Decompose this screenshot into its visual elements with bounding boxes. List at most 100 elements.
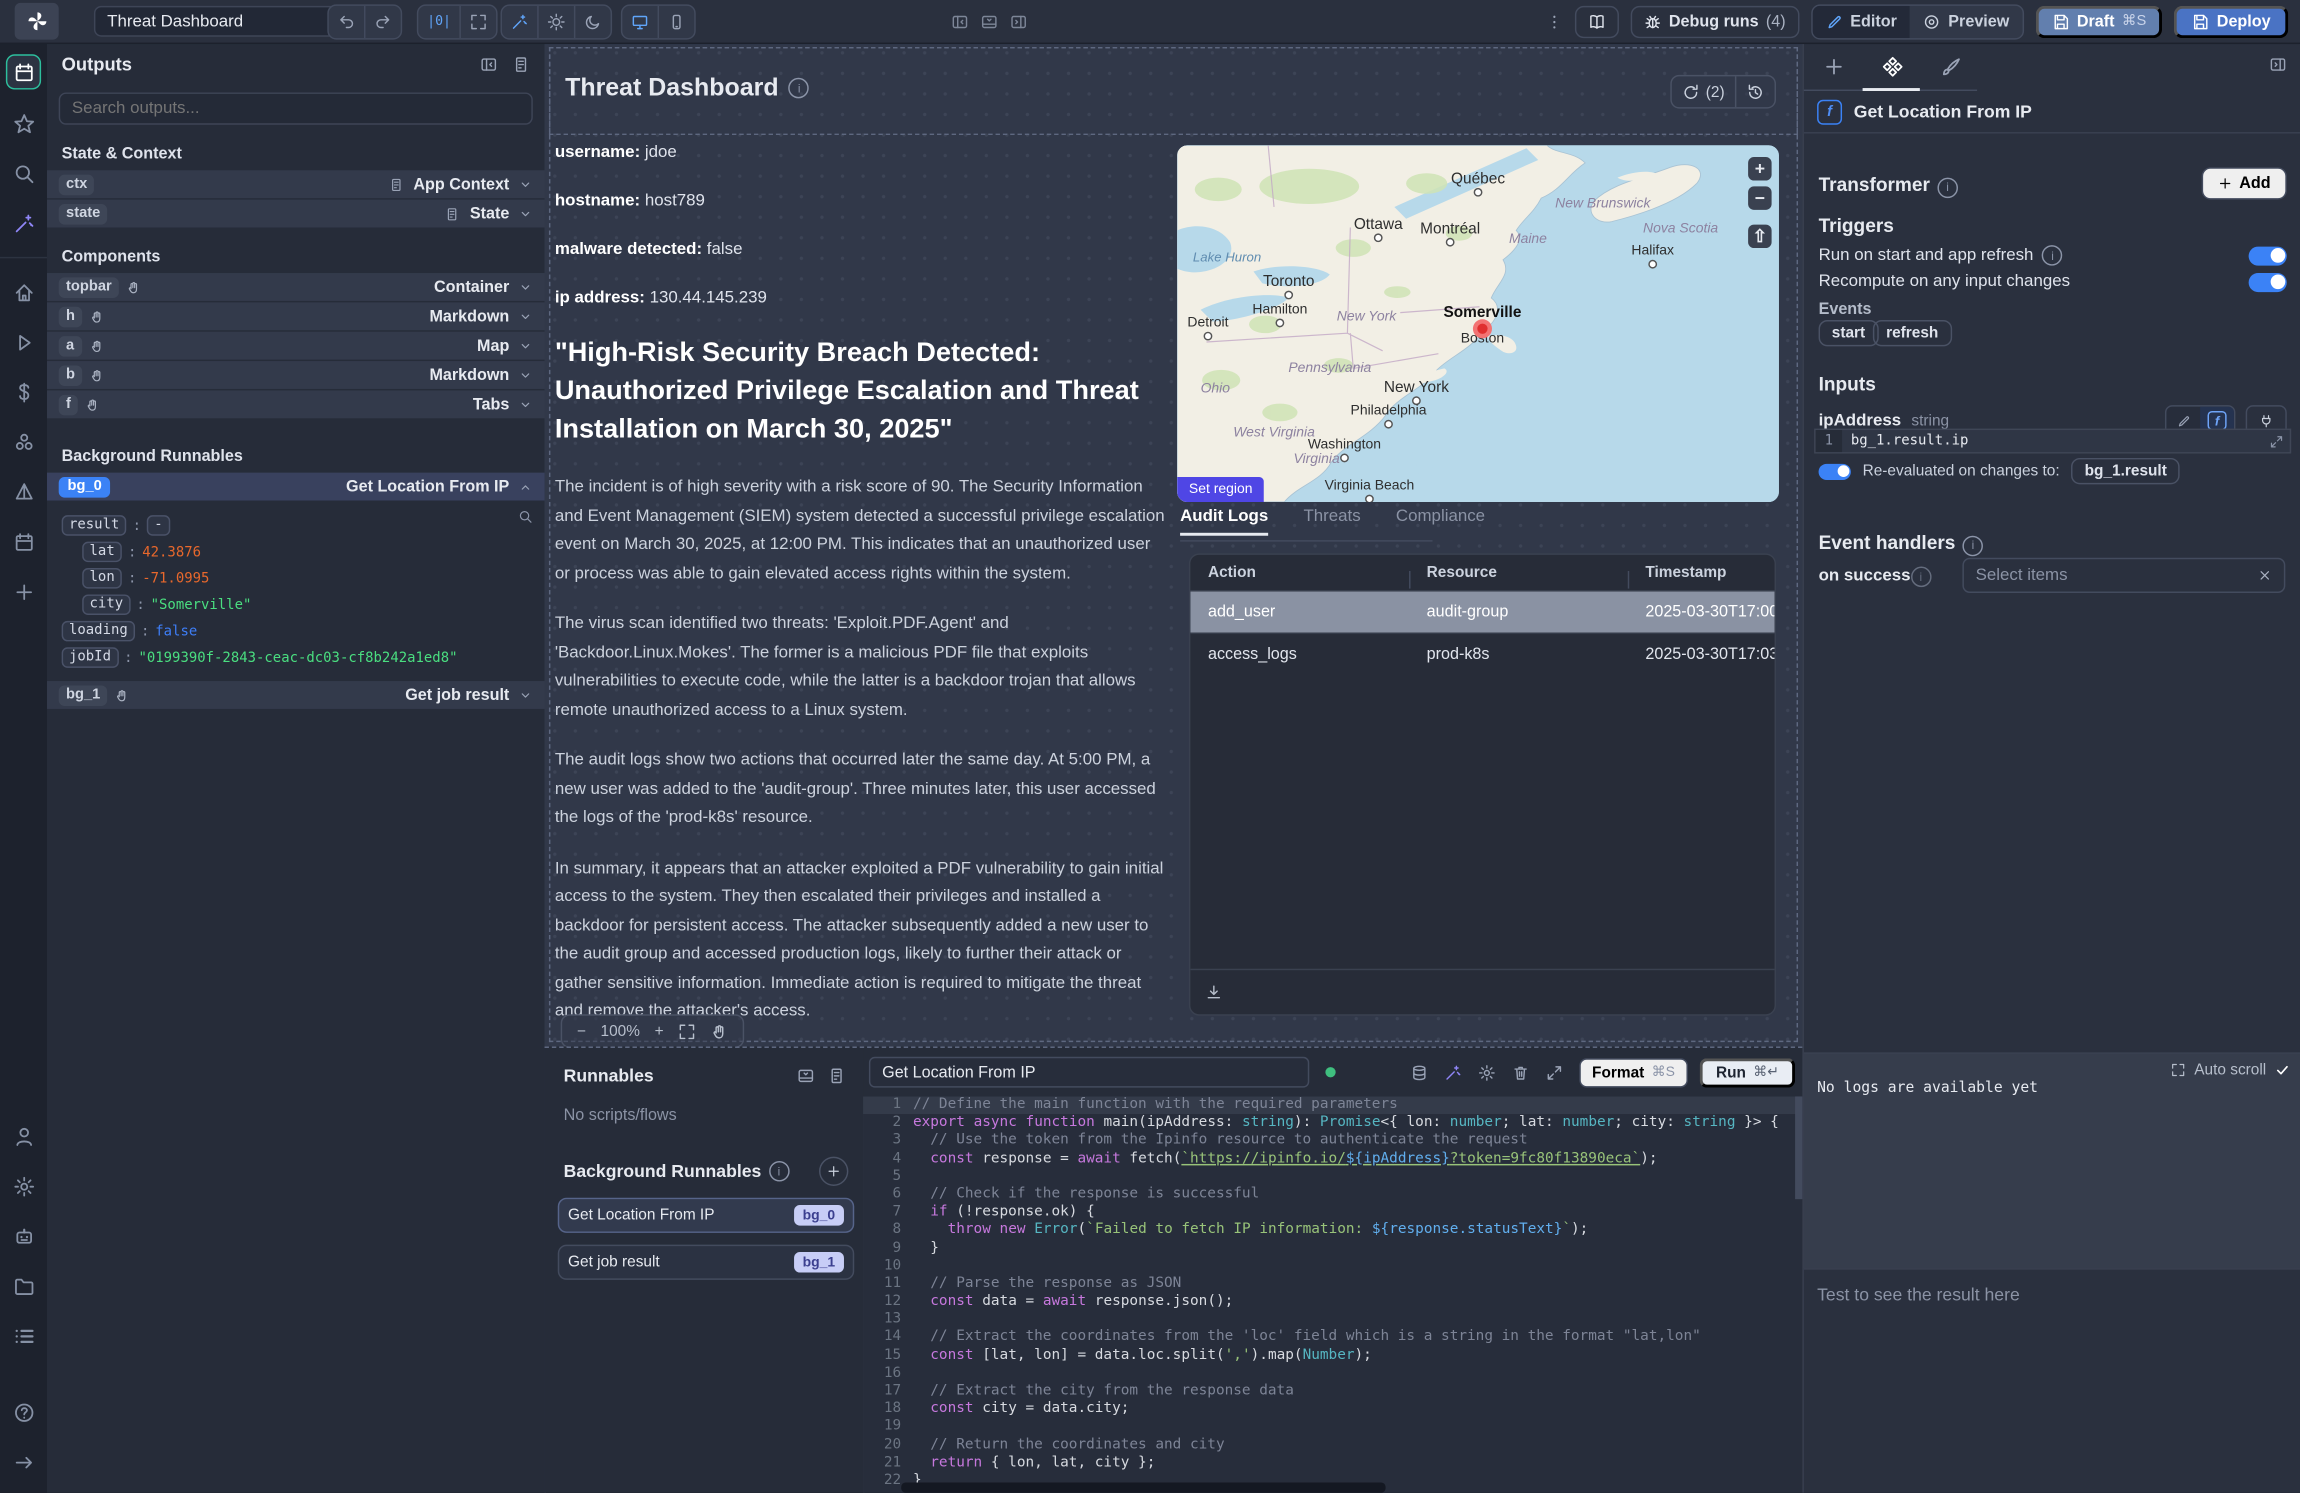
light-theme-button[interactable] <box>537 6 574 38</box>
runnables-doc-icon[interactable] <box>828 1067 846 1085</box>
app-title-input[interactable] <box>94 6 346 37</box>
event-refresh-chip[interactable]: refresh <box>1873 320 1952 346</box>
app-canvas[interactable]: Threat Dashboardi (2) username: jdoehost… <box>545 43 1803 1047</box>
chevron-down-icon[interactable] <box>518 280 533 295</box>
chevron-down-icon[interactable] <box>518 309 533 324</box>
insert-component-tab[interactable] <box>1804 43 1863 91</box>
download-icon[interactable] <box>1205 983 1223 1001</box>
triggers-icon[interactable] <box>7 476 39 508</box>
run-button[interactable]: Run⌘↵ <box>1700 1058 1795 1087</box>
clear-select-icon[interactable] <box>2257 568 2272 583</box>
bg1-output-row[interactable]: bg_1 Get job result <box>47 681 545 709</box>
redo-button[interactable] <box>364 6 401 38</box>
refresh-all-button[interactable]: (2) <box>1672 76 1735 107</box>
editor-tab[interactable]: Editor <box>1812 5 1910 37</box>
mobile-view-button[interactable] <box>658 6 695 38</box>
fit-view-icon[interactable] <box>678 1022 696 1040</box>
map-zoom-out-button[interactable]: − <box>1748 186 1771 209</box>
table-row[interactable]: access_logsprod-k8s2025-03-30T17:03:00Z <box>1190 633 1774 676</box>
favorites-star-icon[interactable] <box>7 107 39 139</box>
autoscroll-check-icon[interactable] <box>2275 1063 2290 1078</box>
settings-gear-icon[interactable] <box>7 1170 39 1202</box>
schedules-icon[interactable] <box>7 525 39 557</box>
chevron-down-icon[interactable] <box>518 368 533 383</box>
home-icon[interactable] <box>7 276 39 308</box>
desktop-view-button[interactable] <box>622 6 657 38</box>
undo-button[interactable] <box>329 6 364 38</box>
editor-settings-icon[interactable] <box>1478 1063 1496 1081</box>
chevron-down-icon[interactable] <box>518 177 533 192</box>
runnable-item-bg_1[interactable]: Get job resultbg_1 <box>558 1245 854 1280</box>
map-component[interactable]: QuébecOttawaMontréalNew BrunswickNova Sc… <box>1177 145 1779 502</box>
code-area[interactable]: 1// Define the main function with the re… <box>863 1096 1802 1492</box>
fullscreen-button[interactable] <box>460 6 497 38</box>
canvas-zoom-out-button[interactable]: − <box>577 1022 586 1040</box>
chevron-down-icon[interactable] <box>518 688 533 703</box>
toggle-left-panel-icon[interactable] <box>951 12 969 30</box>
collapse-right-icon[interactable] <box>2269 56 2287 78</box>
bg0-output-row[interactable]: bg_0 Get Location From IP <box>47 473 545 501</box>
component-row-b[interactable]: b Markdown <box>47 361 545 389</box>
code-hscrollbar[interactable] <box>901 1482 1385 1492</box>
add-runnable-button[interactable] <box>819 1157 848 1186</box>
code-vscrollbar[interactable] <box>1795 1096 1802 1199</box>
table-header[interactable]: Resource <box>1409 564 1628 582</box>
user-icon[interactable] <box>7 1120 39 1152</box>
styling-tab[interactable] <box>1921 43 1980 91</box>
component-row-h[interactable]: h Markdown <box>47 302 545 330</box>
expand-logs-icon[interactable] <box>2171 1063 2186 1078</box>
apps-icon[interactable] <box>6 54 41 89</box>
deploy-button[interactable]: Deploy <box>2174 5 2288 37</box>
event-start-chip[interactable]: start <box>1819 320 1879 346</box>
add-icon[interactable] <box>7 575 39 607</box>
tab-audit-logs[interactable]: Audit Logs <box>1180 508 1268 536</box>
docs-button[interactable] <box>1575 5 1619 37</box>
component-row-topbar[interactable]: topbar Container <box>47 273 545 301</box>
tab-compliance[interactable]: Compliance <box>1396 508 1485 536</box>
ai-assistant-icon[interactable] <box>7 1220 39 1252</box>
delete-runnable-icon[interactable] <box>1511 1063 1529 1081</box>
dark-theme-button[interactable] <box>574 6 611 38</box>
table-header[interactable]: Action <box>1190 564 1409 582</box>
table-row[interactable]: add_useraudit-group2025-03-30T17:00:00Z <box>1190 590 1774 633</box>
draft-button[interactable]: Draft⌘S <box>2036 5 2163 37</box>
debug-runs-button[interactable]: Debug runs(4) <box>1631 5 1799 37</box>
workers-icon[interactable] <box>7 1320 39 1352</box>
map-locate-button[interactable]: ⇧ <box>1748 225 1771 248</box>
format-button[interactable]: Format⌘S <box>1579 1058 1688 1087</box>
help-icon[interactable] <box>7 1396 39 1428</box>
more-menu-icon[interactable] <box>1546 12 1564 30</box>
json-search-icon[interactable] <box>518 509 533 528</box>
runs-icon[interactable] <box>7 326 39 358</box>
expand-expression-icon[interactable] <box>2269 434 2284 449</box>
ai-icon[interactable] <box>7 207 39 239</box>
on-success-select[interactable]: Select items <box>1962 558 2285 593</box>
table-header[interactable]: Timestamp <box>1628 564 1775 582</box>
chevron-up-icon[interactable] <box>518 479 533 494</box>
runnable-name-input[interactable] <box>869 1057 1309 1088</box>
zoom-reset-button[interactable]: |0| <box>418 6 459 38</box>
input-expression-editor[interactable]: 1 bg_1.result.ip <box>1814 429 2291 454</box>
ai-edit-icon[interactable] <box>1444 1063 1462 1081</box>
collapse-panel-icon[interactable] <box>480 56 498 74</box>
tab-threats[interactable]: Threats <box>1303 508 1360 536</box>
chevron-down-icon[interactable] <box>518 397 533 412</box>
set-region-button[interactable]: Set region <box>1177 477 1264 502</box>
ai-wand-button[interactable] <box>502 6 537 38</box>
runnable-item-bg_0[interactable]: Get Location From IPbg_0 <box>558 1198 854 1233</box>
component-settings-tab[interactable] <box>1863 43 1922 91</box>
recompute-history-button[interactable] <box>1735 76 1775 107</box>
outputs-doc-icon[interactable] <box>512 56 530 74</box>
search-icon[interactable] <box>7 157 39 189</box>
chevron-down-icon[interactable] <box>518 206 533 221</box>
variables-icon[interactable] <box>7 376 39 408</box>
toggle-bottom-panel-icon[interactable] <box>980 12 998 30</box>
preview-tab[interactable]: Preview <box>1910 5 2022 37</box>
reeval-toggle[interactable] <box>1819 463 1851 479</box>
collapse-rail-icon[interactable] <box>7 1446 39 1478</box>
output-row-ctx[interactable]: ctx App Context <box>47 170 545 198</box>
toggle-right-panel-icon[interactable] <box>1010 12 1028 30</box>
windmill-logo[interactable] <box>15 3 59 40</box>
add-transformer-button[interactable]: Add <box>2201 167 2287 199</box>
folders-icon[interactable] <box>7 1270 39 1302</box>
